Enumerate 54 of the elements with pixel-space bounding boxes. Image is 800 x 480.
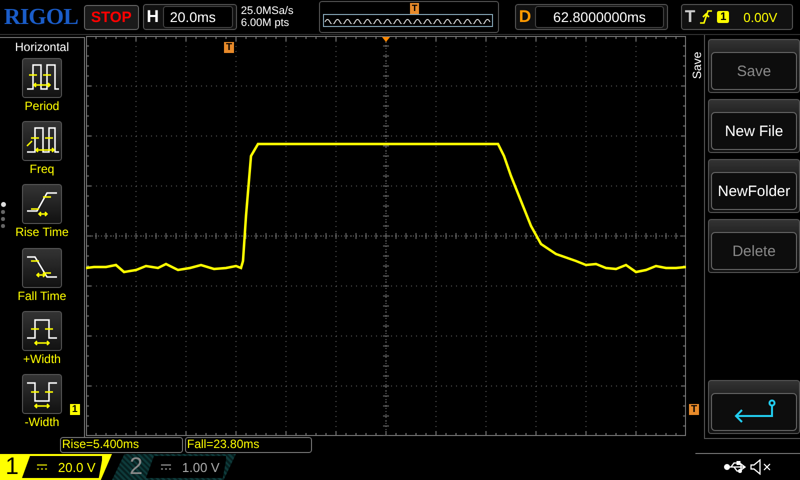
channel-tab[interactable]: 2 1.00 V: [112, 454, 236, 480]
delay-box[interactable]: D 62.8000000ms: [514, 4, 668, 30]
channel-ref-marker[interactable]: 1: [70, 404, 80, 416]
channel-scale: 20.0 V: [58, 460, 96, 474]
menu-item-label[interactable]: Fall Time: [18, 288, 66, 303]
timebase-box[interactable]: H 20.0ms: [142, 4, 237, 30]
delay-label: D: [518, 7, 532, 28]
fall-time-icon[interactable]: [22, 248, 62, 288]
run-stop-indicator[interactable]: STOP: [84, 4, 139, 30]
trigger-position-marker: T: [410, 3, 420, 14]
trigger-position-marker[interactable]: T: [224, 42, 234, 54]
dc-coupling-icon: [36, 464, 48, 470]
delay-value: 62.8000000ms: [535, 6, 664, 28]
channel-number: 2: [128, 453, 144, 480]
menu-item-label[interactable]: Rise Time: [15, 225, 69, 240]
overview-wave-icon: [324, 17, 492, 24]
measurement-readout: Fall=23.80ms: [185, 437, 312, 453]
page-dot[interactable]: [1, 224, 5, 228]
menu-item-label[interactable]: Period: [24, 99, 60, 114]
usb-icon: [724, 461, 746, 473]
rise-time-icon[interactable]: [22, 184, 62, 224]
menu-title: Horizontal: [14, 40, 70, 54]
trigger-label: T: [684, 7, 696, 28]
positive-width-icon[interactable]: [22, 310, 62, 351]
menu-item-label[interactable]: Freq: [30, 162, 54, 176]
negative-width-icon[interactable]: [22, 374, 62, 414]
return-arrow-icon: [734, 400, 776, 424]
channel-scale: 1.00 V: [182, 460, 220, 474]
trigger-level: 0.00V: [743, 10, 778, 25]
sample-rate: 25.0MSa/s: [240, 5, 294, 18]
frequency-icon[interactable]: [22, 121, 62, 162]
measurement-readout: Rise=5.400ms: [60, 437, 183, 453]
speaker-muted-icon[interactable]: [750, 459, 771, 475]
center-marker-icon: [381, 36, 391, 44]
brand-logo: RIGOL: [4, 4, 80, 30]
memory-depth: 6.00M pts: [240, 17, 290, 30]
menu-item-label[interactable]: -Width: [24, 414, 60, 429]
menu-button[interactable]: New File: [711, 112, 797, 150]
channel-tab[interactable]: 1 20.0 V: [0, 454, 112, 480]
timebase-label: H: [146, 7, 159, 28]
dc-coupling-icon: [160, 464, 172, 470]
trigger-source: 1: [717, 11, 730, 24]
timebase-value: 20.0ms: [162, 6, 233, 28]
page-dot[interactable]: [1, 217, 5, 222]
trigger-level-marker[interactable]: T: [689, 404, 700, 416]
trigger-box[interactable]: T 1 0.00V: [680, 4, 793, 30]
channel-number: 1: [4, 453, 20, 480]
menu-button[interactable]: NewFolder: [711, 172, 797, 210]
page-dot[interactable]: [1, 202, 6, 208]
period-icon[interactable]: [22, 58, 62, 98]
back-button[interactable]: [711, 393, 797, 432]
menu-item-label[interactable]: +Width: [23, 352, 61, 366]
menu-title: Save: [690, 50, 704, 80]
page-dot[interactable]: [1, 210, 5, 214]
